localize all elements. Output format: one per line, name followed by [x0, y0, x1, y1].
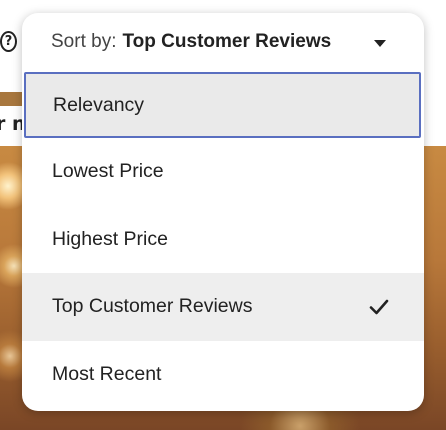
sort-option-label: Relevancy [53, 93, 145, 116]
sort-dropdown: Sort by: Top Customer Reviews Relevancy … [22, 13, 424, 411]
sort-by-label: Sort by: [51, 31, 117, 52]
caret-down-icon [374, 40, 386, 47]
sort-option-label: Most Recent [52, 362, 162, 385]
sort-option-label: Lowest Price [52, 160, 164, 183]
sort-option-most-recent[interactable]: Most Recent [22, 341, 424, 409]
sort-option-label: Top Customer Reviews [52, 295, 253, 318]
sort-current-value: Top Customer Reviews [122, 31, 332, 52]
background-banner [0, 92, 22, 106]
sort-option-top-customer-reviews[interactable]: Top Customer Reviews [22, 273, 424, 341]
sort-by-button[interactable]: Sort by: Top Customer Reviews [22, 13, 424, 71]
sort-options-list: Relevancy Lowest Price Highest Price Top… [22, 72, 424, 408]
sort-option-highest-price[interactable]: Highest Price [22, 206, 424, 274]
help-icon[interactable]: ? [0, 31, 17, 52]
checkmark-icon [369, 299, 389, 315]
sort-option-label: Highest Price [52, 227, 168, 250]
help-glyph: ? [4, 34, 13, 49]
sort-option-lowest-price[interactable]: Lowest Price [22, 138, 424, 206]
sort-option-relevancy[interactable]: Relevancy [24, 72, 421, 138]
